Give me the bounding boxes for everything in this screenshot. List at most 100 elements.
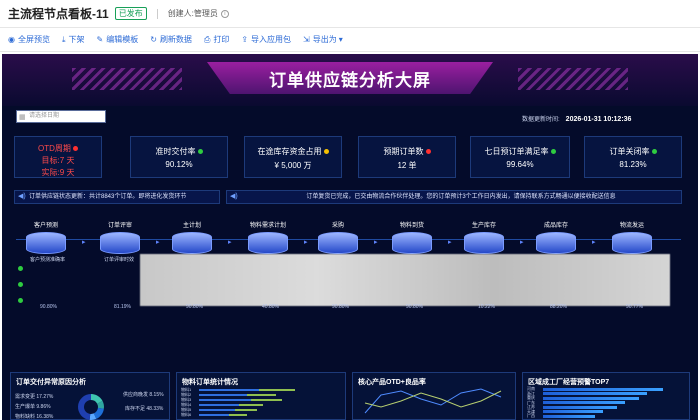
flow-percent: 90.80% bbox=[332, 304, 349, 310]
flow-arrow-icon: ▸ bbox=[448, 239, 452, 246]
edit-template-button[interactable]: ✎ 编辑模板 bbox=[97, 34, 139, 45]
speaker-icon: ◀) bbox=[18, 193, 26, 200]
material-bar-row: 物料6 bbox=[181, 412, 341, 417]
update-time: 数据更新时间: 2026-01-31 10:12:36 bbox=[522, 116, 632, 123]
flow-percent: 90.77% bbox=[626, 304, 643, 310]
donut-label-right: 供应商晚发 8.15% bbox=[123, 392, 164, 398]
flow-step-label: 成品库存 bbox=[543, 223, 568, 229]
flow-step-label: 采购 bbox=[331, 223, 344, 229]
dashboard-screen: 订单供应链分析大屏 ▦ 请选择日期 数据更新时间: 2026-01-31 10:1… bbox=[2, 54, 698, 420]
inventory-bar bbox=[199, 393, 247, 396]
inventory-bar bbox=[199, 408, 235, 411]
chevron-down-icon: ▾ bbox=[338, 35, 343, 44]
flow-percent: 10.22% bbox=[478, 304, 495, 310]
region-bar-chart: 河南 浙江 重庆 广东 江苏 天津 广西 bbox=[527, 386, 687, 419]
inventory-bar bbox=[199, 388, 259, 391]
flow-step[interactable]: 物流发运 bbox=[602, 220, 662, 254]
eye-icon: ◉ bbox=[8, 35, 15, 44]
material-label: 物料6 bbox=[181, 411, 192, 417]
order-bar bbox=[259, 388, 295, 391]
row-status-dot bbox=[18, 282, 23, 287]
page-title: 主流程节点看板-11 bbox=[8, 7, 109, 21]
flow-step[interactable]: 客户预测 bbox=[16, 220, 76, 254]
top-bar: 主流程节点看板-11 已发布 创建人:管理员 i bbox=[0, 0, 700, 28]
flow-percent: 90.80% bbox=[40, 304, 57, 310]
flow-step[interactable]: 订单评审 bbox=[90, 220, 150, 254]
take-down-button[interactable]: ⤓ 下架 bbox=[62, 34, 85, 45]
flow-percent: 40.80% bbox=[262, 304, 279, 310]
calendar-icon: ▦ bbox=[19, 114, 26, 121]
order-bar bbox=[229, 413, 247, 416]
status-badge: 已发布 bbox=[114, 7, 147, 20]
region-bar bbox=[543, 410, 603, 414]
flow-step-cylinder bbox=[612, 232, 652, 254]
download-icon: ⤓ bbox=[61, 34, 66, 44]
material-bar-chart: 物料1 物料2 物料3 物料4 物料5 物料6 bbox=[181, 387, 341, 417]
refresh-data-button[interactable]: ↻ 刷新数据 bbox=[150, 34, 192, 45]
inventory-bar bbox=[199, 403, 239, 406]
region-bar-row: 广西 bbox=[527, 413, 687, 419]
flow-arrow-icon: ▸ bbox=[156, 239, 160, 246]
kpi-in-transit-inventory: 在途库存资金占用 ¥ 5,000 万 bbox=[244, 136, 342, 178]
region-bar bbox=[543, 414, 595, 418]
row-status-dot bbox=[18, 266, 23, 271]
flow-step[interactable]: 生产库存 bbox=[454, 220, 514, 254]
flow-arrow-icon: ▸ bbox=[82, 239, 86, 246]
export-as-button[interactable]: ⇲ 导出为 ▾ bbox=[303, 34, 343, 45]
flow-step-cylinder bbox=[26, 232, 66, 254]
flow-step[interactable]: 采购 bbox=[308, 220, 368, 254]
donut-slice bbox=[77, 394, 91, 420]
region-label: 广西 bbox=[527, 413, 535, 419]
flow-row-label: 订单评审时效 bbox=[104, 257, 135, 263]
status-dot bbox=[550, 149, 556, 155]
action-toolbar: ◉ 全屏预览 ⤓ 下架 ✎ 编辑模板 ↻ 刷新数据 ⎙ 打印 ⇪ 导入应用包 ⇲ 导出为 ▾ bbox=[0, 28, 700, 52]
flow-step[interactable]: 物料需求计划 bbox=[238, 220, 298, 254]
panel-delivery-exception: 订单交付异常原因分析 需求变更 17.27% 生产爆单 9.86% 物料缺料 1… bbox=[10, 372, 170, 420]
kpi-order-close-rate: 订单关闭率 81.23% bbox=[584, 136, 682, 178]
status-dot bbox=[425, 149, 431, 155]
flow-step-label: 物料需求计划 bbox=[249, 223, 286, 229]
notice-bar-left: ◀) 订单供应链状态更新：共计8843个订单。即将进化发货环节 bbox=[14, 190, 220, 204]
donut-label-left: 生产爆单 9.86% bbox=[15, 404, 51, 410]
flow-percent: 88.20% bbox=[550, 304, 567, 310]
status-dot bbox=[323, 149, 329, 155]
kpi-seven-day-fulfillment: 七日预订单满足率 99.64% bbox=[470, 136, 570, 178]
flow-step[interactable]: 成品库存 bbox=[526, 220, 586, 254]
import-icon: ⇪ bbox=[241, 35, 249, 44]
date-picker[interactable]: ▦ 请选择日期 bbox=[16, 110, 106, 123]
row-status-dot bbox=[18, 298, 23, 303]
flow-step-label: 生产库存 bbox=[471, 223, 496, 229]
kpi-on-time-delivery: 准时交付率 90.12% bbox=[130, 136, 228, 178]
info-icon[interactable]: i bbox=[220, 9, 229, 18]
print-button[interactable]: ⎙ 打印 bbox=[204, 34, 229, 45]
donut-label-left: 需求变更 17.27% bbox=[15, 394, 54, 400]
order-bar bbox=[251, 398, 283, 401]
flow-step-label: 物流发运 bbox=[619, 223, 644, 229]
flow-step[interactable]: 主计划 bbox=[162, 220, 222, 254]
flow-step-label: 主计划 bbox=[182, 223, 201, 229]
flow-arrow-icon: ▸ bbox=[228, 239, 232, 246]
redacted-area bbox=[140, 254, 670, 306]
dashboard-title: 订单供应链分析大屏 bbox=[269, 70, 431, 90]
flow-step-cylinder bbox=[464, 232, 504, 254]
status-dot bbox=[651, 149, 657, 155]
region-bar bbox=[543, 401, 625, 405]
donut-label-left: 物料缺料 16.38% bbox=[15, 414, 54, 420]
status-dot bbox=[197, 149, 203, 155]
import-package-button[interactable]: ⇪ 导入应用包 bbox=[241, 34, 291, 45]
flow-step-label: 订单评审 bbox=[107, 223, 132, 229]
flow-step-label: 客户预测 bbox=[33, 223, 58, 229]
flow-step-cylinder bbox=[318, 232, 358, 254]
flow-step-cylinder bbox=[248, 232, 288, 254]
notice-bar-right: ◀) 订单复货已完成，已交由物流合作伙伴处理。您的订单预计3个工作日内发出，请保… bbox=[226, 190, 682, 204]
flow-step-cylinder bbox=[100, 232, 140, 254]
header-decoration-right bbox=[518, 68, 628, 90]
flow-arrow-icon: ▸ bbox=[520, 239, 524, 246]
flow-arrow-icon: ▸ bbox=[592, 239, 596, 246]
flow-step[interactable]: 物料到货 bbox=[382, 220, 442, 254]
region-bar bbox=[543, 396, 639, 400]
flow-percent: 90.80% bbox=[406, 304, 423, 310]
panel-otd-yield: 核心产品OTD+良品率 bbox=[352, 372, 516, 420]
fullscreen-preview-button[interactable]: ◉ 全屏预览 bbox=[8, 34, 50, 45]
inventory-bar bbox=[199, 398, 251, 401]
